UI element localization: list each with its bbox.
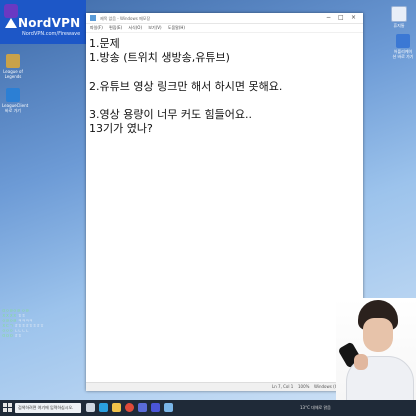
nordvpn-banner[interactable]: NordVPN NordVPN.com/Firewave (0, 0, 86, 44)
streamer-hand (354, 354, 368, 370)
menu-help[interactable]: 도움말(H) (168, 25, 185, 30)
text-line: 3.영상 용량이 너무 커도 힘들어요.. (89, 107, 253, 121)
task-view-icon[interactable] (86, 403, 95, 412)
desktop-icon-recycle-bin[interactable]: 휴지통 (388, 6, 410, 28)
nordvpn-mountain-icon (5, 18, 17, 28)
maximize-icon[interactable]: □ (338, 14, 344, 21)
chrome-icon[interactable] (125, 403, 134, 412)
file-explorer-icon[interactable] (112, 403, 121, 412)
stream-chat: ㅁㅇㄹㅇㄹ ㅇㄹ ㅈㅈㅈㅈ ㅎㅎ ㅇㄹㅇㄹ ㅋㅋㅋㅋ ㅈㄷㄱ ㅎㅎㅎㅎㅎㅎㅎㅎ … (0, 308, 80, 338)
minimize-icon[interactable]: − (326, 14, 331, 21)
taskbar-search-box[interactable]: 검색하려면 여기에 입력하십시오. (15, 403, 81, 413)
close-icon[interactable]: × (351, 14, 356, 21)
notepad-text-area[interactable]: 1.문제 1.방송 (트위치 생방송,유튜브) 2.유튜브 영상 링크만 해서 … (86, 33, 363, 383)
discord-icon[interactable] (151, 403, 160, 412)
desktop-icon-leagueclient[interactable]: LeagueClient 바로 가기 (2, 88, 29, 113)
notepad-window[interactable]: 제목 없음 - Windows 메모장 − □ × 파일(F) 편집(E) 서식… (86, 13, 363, 391)
window-title: 제목 없음 - Windows 메모장 (100, 16, 151, 21)
desktop-icon-app-shortcut[interactable]: 어플리케이션 바로 가기 (392, 34, 414, 59)
store-icon[interactable] (138, 403, 147, 412)
desktop-icon-label: 어플리케이션 바로 가기 (392, 49, 414, 59)
leagueclient-icon (6, 88, 20, 102)
menu-view[interactable]: 보기(V) (148, 25, 161, 30)
chat-line: ㅁㅁㅁ ㅎㅎ (2, 333, 22, 338)
weather-widget[interactable]: 13°C 대체로 맑음 (300, 400, 331, 416)
app-shortcut-icon (396, 34, 410, 48)
taskbar: 검색하려면 여기에 입력하십시오. 13°C 대체로 맑음 (0, 400, 416, 416)
desktop-icon-label: 휴지통 (393, 23, 405, 28)
menu-edit[interactable]: 편집(E) (109, 25, 122, 30)
recycle-bin-icon (391, 6, 407, 22)
league-icon (6, 54, 20, 68)
menu-format[interactable]: 서식(O) (128, 25, 142, 30)
menu-file[interactable]: 파일(F) (90, 25, 103, 30)
notepad-taskbar-icon[interactable] (164, 403, 173, 412)
text-line: 13기가 였나? (89, 122, 153, 136)
windows-start-icon[interactable] (3, 403, 12, 412)
text-line: 1.방송 (트위치 생방송,유튜브) (89, 51, 230, 65)
notepad-menubar: 파일(F) 편집(E) 서식(O) 보기(V) 도움말(H) (86, 24, 363, 33)
nordvpn-logo: NordVPN (18, 16, 81, 30)
notepad-app-icon (90, 15, 96, 21)
cursor-position: Ln 7, Col 1 (272, 384, 294, 389)
desktop-icon-label: LeagueClient 바로 가기 (2, 103, 29, 113)
text-line (89, 94, 360, 108)
notepad-statusbar: Ln 7, Col 1 100% Windows (CRLF) UTF-8 (86, 382, 363, 391)
notepad-titlebar[interactable]: 제목 없음 - Windows 메모장 − □ × (86, 13, 363, 24)
text-line: 2.유튜브 영상 링크만 해서 하시면 못해요. (89, 79, 283, 93)
desktop-icon-label: League of Legends (3, 69, 23, 79)
text-line: 1.문제 (89, 37, 120, 50)
webcam-overlay (336, 298, 416, 400)
edge-icon[interactable] (99, 403, 108, 412)
desktop-icon-league[interactable]: League of Legends (2, 54, 24, 79)
nordvpn-badge-icon (4, 4, 18, 18)
zoom-level: 100% (298, 384, 310, 389)
text-line (89, 65, 360, 79)
nordvpn-url: NordVPN.com/Firewave (22, 31, 81, 37)
streamer-face (363, 318, 393, 352)
